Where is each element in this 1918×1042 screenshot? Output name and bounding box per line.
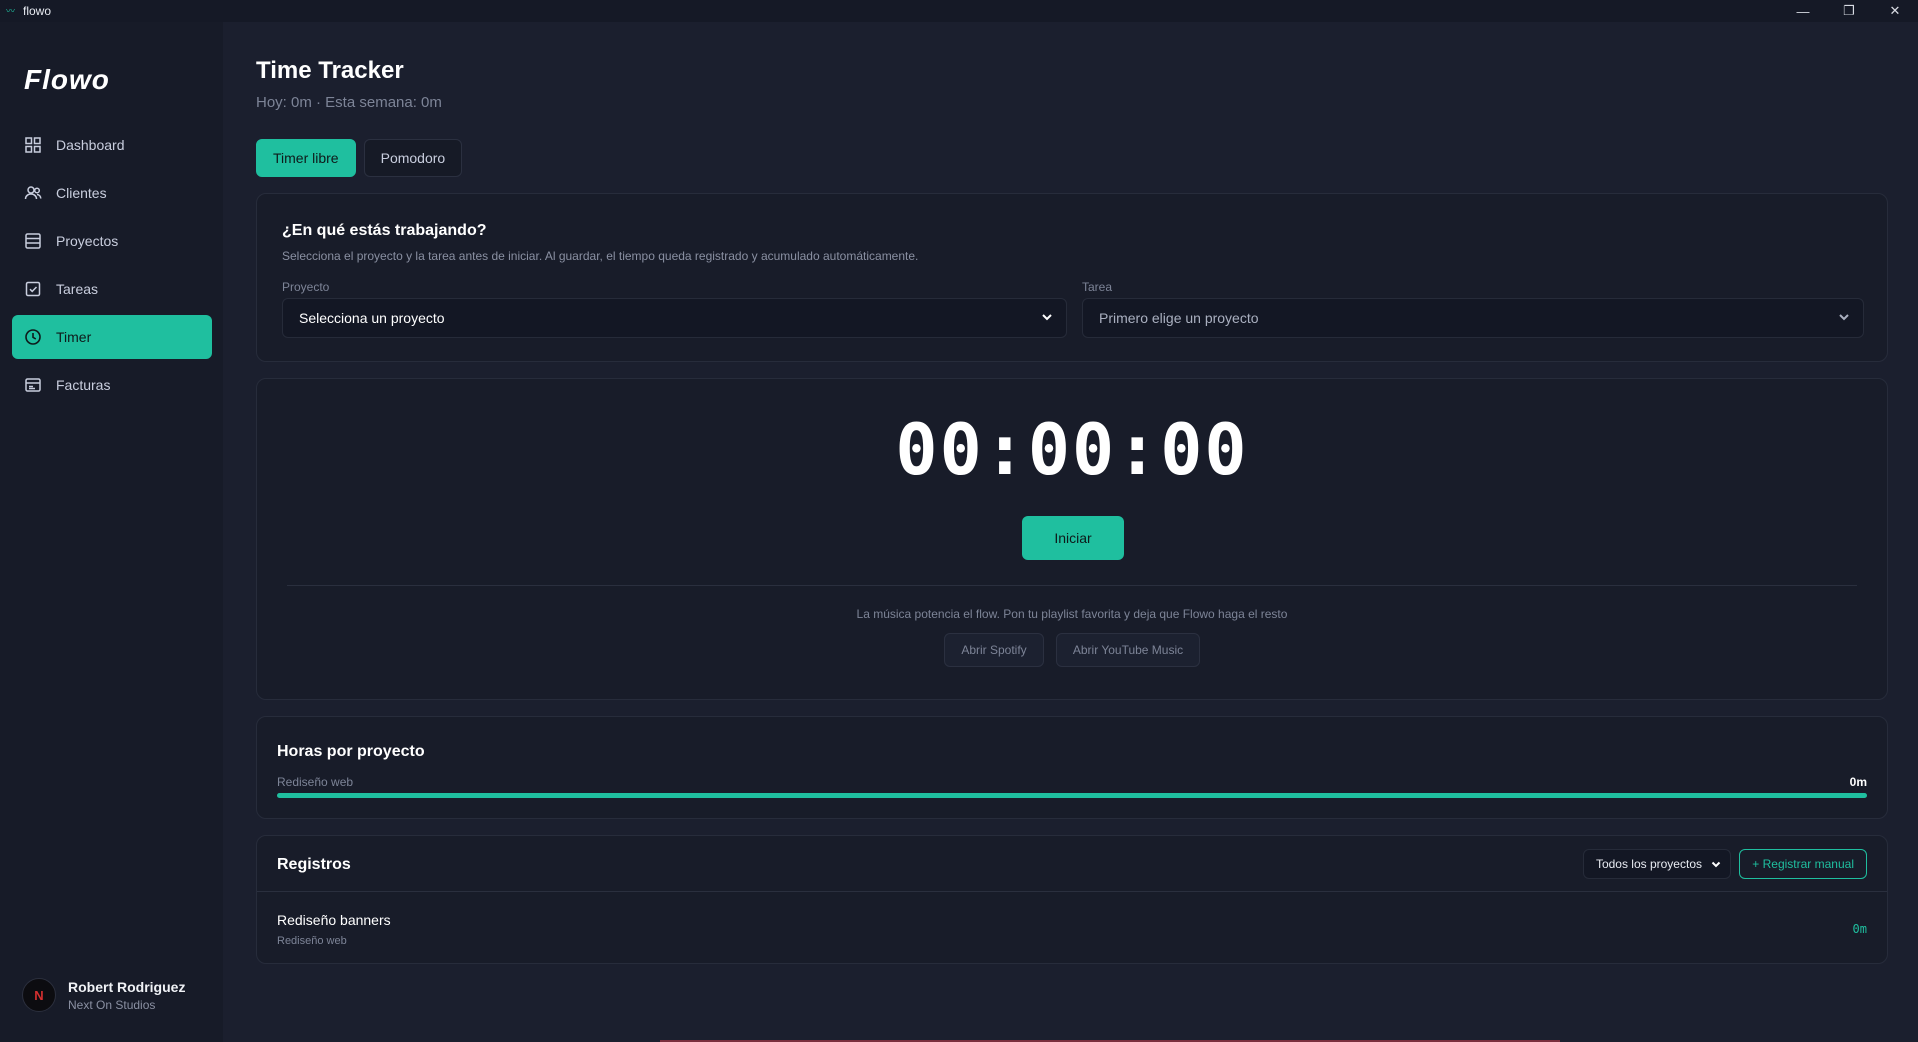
add-manual-record-button[interactable]: + Registrar manual xyxy=(1739,849,1867,879)
project-select[interactable]: Selecciona un proyecto xyxy=(282,298,1067,338)
user-profile[interactable]: N Robert Rodriguez Next On Studios xyxy=(22,978,185,1012)
list-icon xyxy=(25,233,41,249)
app-logo[interactable]: Flowo xyxy=(24,62,110,98)
checkbox-icon xyxy=(25,281,41,297)
task-select-value: Primero elige un proyecto xyxy=(1099,310,1259,326)
sidebar-item-label: Dashboard xyxy=(56,137,125,153)
sidebar-item-tareas[interactable]: Tareas xyxy=(12,267,212,311)
project-hours-bar-fill xyxy=(277,793,1867,798)
project-filter-select[interactable]: Todos los proyectos xyxy=(1582,849,1731,879)
project-select-value: Selecciona un proyecto xyxy=(299,310,445,326)
chevron-down-icon xyxy=(1711,861,1721,868)
invoice-icon xyxy=(25,378,41,392)
close-button[interactable]: ✕ xyxy=(1872,0,1918,22)
project-hours-value: 0m xyxy=(1849,775,1867,789)
sidebar-item-label: Facturas xyxy=(56,377,111,393)
timer-card: 00:00:00 Iniciar La música potencia el f… xyxy=(256,378,1888,700)
task-select[interactable]: Primero elige un proyecto xyxy=(1082,298,1864,338)
avatar: N xyxy=(22,978,56,1012)
sidebar-item-dashboard[interactable]: Dashboard xyxy=(12,123,212,167)
chevron-down-icon xyxy=(1042,314,1052,321)
hours-by-project-card: Horas por proyecto Rediseño web 0m xyxy=(256,716,1888,819)
tab-timer-libre[interactable]: Timer libre xyxy=(256,139,356,177)
maximize-button[interactable]: ❐ xyxy=(1826,0,1872,22)
timer-mode-tabs: Timer libre Pomodoro xyxy=(256,139,470,177)
user-name: Robert Rodriguez xyxy=(68,978,186,995)
minimize-button[interactable]: — xyxy=(1780,0,1826,22)
sidebar-item-timer[interactable]: Timer xyxy=(12,315,212,359)
sidebar-item-label: Clientes xyxy=(56,185,107,201)
project-hours-label: Rediseño web xyxy=(277,775,354,789)
users-icon xyxy=(24,186,42,200)
app-icon: 〰 xyxy=(6,6,16,16)
records-card: Registros Todos los proyectos + Registra… xyxy=(256,835,1888,964)
sidebar-item-facturas[interactable]: Facturas xyxy=(12,363,212,407)
music-hint: La música potencia el flow. Pon tu playl… xyxy=(856,607,1288,621)
window-title: flowo xyxy=(23,4,52,18)
task-label: Tarea xyxy=(1082,280,1113,294)
page-title: Time Tracker xyxy=(256,57,404,84)
sidebar-item-clientes[interactable]: Clientes xyxy=(12,171,212,215)
sidebar-item-label: Timer xyxy=(56,329,92,345)
open-youtube-music-button[interactable]: Abrir YouTube Music xyxy=(1056,633,1200,667)
task-card-description: Selecciona el proyecto y la tarea antes … xyxy=(282,249,919,263)
chevron-down-icon xyxy=(1839,314,1849,321)
record-task[interactable]: Rediseño banners xyxy=(277,912,391,928)
user-company: Next On Studios xyxy=(68,997,156,1012)
page-subtitle: Hoy: 0m · Esta semana: 0m xyxy=(256,94,442,111)
sidebar-item-proyectos[interactable]: Proyectos xyxy=(12,219,212,263)
sidebar: Flowo Dashboard Clientes Proyectos Tarea… xyxy=(0,22,223,1042)
project-hours-bar xyxy=(277,793,1867,798)
sidebar-nav: Dashboard Clientes Proyectos Tareas Time… xyxy=(12,123,212,411)
tab-pomodoro[interactable]: Pomodoro xyxy=(363,139,463,177)
divider xyxy=(287,585,1857,586)
window-titlebar: 〰 flowo — ❐ ✕ xyxy=(0,0,1918,22)
divider xyxy=(257,891,1887,892)
task-selection-card: ¿En qué estás trabajando? Selecciona el … xyxy=(256,193,1888,362)
hours-card-title: Horas por proyecto xyxy=(277,743,425,760)
records-title: Registros xyxy=(277,856,351,873)
clock-icon xyxy=(25,329,41,345)
start-button[interactable]: Iniciar xyxy=(1022,516,1124,560)
sidebar-item-label: Tareas xyxy=(56,281,99,297)
project-label: Proyecto xyxy=(282,280,330,294)
record-project: Rediseño web xyxy=(277,935,347,947)
task-card-title: ¿En qué estás trabajando? xyxy=(282,222,487,239)
open-spotify-button[interactable]: Abrir Spotify xyxy=(944,633,1044,667)
record-time: 0m xyxy=(1852,922,1867,936)
timer-display: 00:00:00 xyxy=(895,409,1249,491)
sidebar-item-label: Proyectos xyxy=(56,233,119,249)
project-filter-value: Todos los proyectos xyxy=(1595,857,1702,871)
grid-icon xyxy=(25,137,41,153)
